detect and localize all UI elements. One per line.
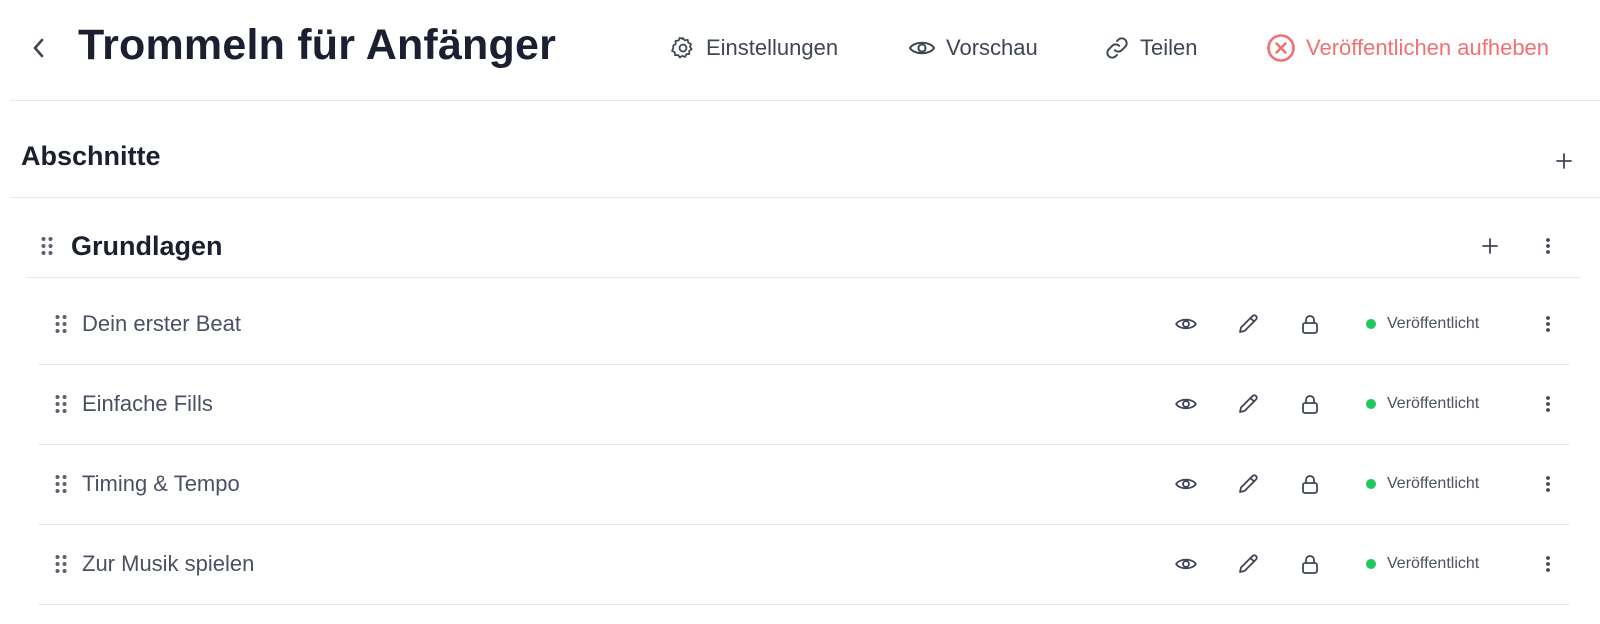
drag-handle-icon — [55, 395, 67, 413]
pencil-icon — [1239, 554, 1258, 573]
group-more-button[interactable] — [1536, 234, 1560, 258]
lesson-preview-button[interactable] — [1174, 472, 1198, 496]
drag-handle-icon — [55, 555, 67, 573]
more-vertical-icon — [1546, 316, 1550, 332]
sections-title: Abschnitte — [21, 141, 161, 171]
status-badge: Veröffentlicht — [1366, 313, 1479, 335]
group-divider — [26, 277, 1580, 278]
preview-button[interactable]: Vorschau — [908, 32, 1038, 64]
lesson-preview-button[interactable] — [1174, 552, 1198, 576]
lesson-title[interactable]: Einfache Fills — [82, 391, 213, 417]
lesson-edit-button[interactable] — [1236, 472, 1260, 496]
row-divider — [38, 604, 1570, 605]
pencil-icon — [1239, 474, 1258, 493]
status-badge: Veröffentlicht — [1366, 553, 1479, 575]
eye-icon — [1175, 478, 1197, 490]
lesson-title[interactable]: Zur Musik spielen — [82, 551, 254, 577]
status-label: Veröffentlicht — [1387, 555, 1480, 572]
gear-icon — [671, 36, 693, 59]
lesson-drag-handle[interactable] — [54, 554, 68, 574]
drag-handle-icon — [41, 237, 53, 255]
drag-handle-icon — [55, 475, 67, 493]
sections-divider — [10, 197, 1600, 198]
eye-icon — [909, 41, 935, 55]
share-button[interactable]: Teilen — [1104, 32, 1197, 64]
lesson-drag-handle[interactable] — [54, 394, 68, 414]
lesson-drag-handle[interactable] — [54, 474, 68, 494]
drag-handle-icon — [55, 315, 67, 333]
plus-icon — [1556, 153, 1572, 169]
lesson-edit-button[interactable] — [1236, 392, 1260, 416]
header-divider — [10, 100, 1600, 101]
share-label: Teilen — [1140, 35, 1198, 60]
lesson-more-button[interactable] — [1536, 312, 1560, 336]
unpublish-button[interactable]: Veröffentlichen aufheben — [1266, 32, 1549, 64]
lesson-row[interactable]: Zur Musik spielen Veröffentlicht — [38, 524, 1570, 605]
status-label: Veröffentlicht — [1387, 475, 1480, 492]
status-label: Veröffentlicht — [1387, 395, 1480, 412]
settings-label: Einstellungen — [706, 35, 839, 60]
status-label: Veröffentlicht — [1387, 315, 1480, 332]
page-title: Trommeln für Anfänger — [78, 21, 557, 69]
eye-icon — [1175, 558, 1197, 570]
lesson-more-button[interactable] — [1536, 472, 1560, 496]
back-button[interactable] — [26, 36, 50, 60]
chevron-left-icon — [33, 38, 44, 58]
lesson-title[interactable]: Dein erster Beat — [82, 311, 241, 337]
page-header: Trommeln für Anfänger Einstellungen Vors… — [0, 0, 1600, 100]
more-vertical-icon — [1546, 476, 1550, 492]
more-vertical-icon — [1546, 238, 1550, 254]
eye-icon — [1175, 398, 1197, 410]
group-title: Grundlagen — [71, 231, 223, 261]
preview-label: Vorschau — [946, 35, 1038, 60]
more-vertical-icon — [1546, 396, 1550, 412]
group-drag-handle[interactable] — [40, 236, 54, 256]
add-lesson-button[interactable] — [1478, 234, 1502, 258]
lesson-title[interactable]: Timing & Tempo — [82, 471, 240, 497]
x-circle-icon — [1267, 34, 1295, 62]
lesson-drag-handle[interactable] — [54, 314, 68, 334]
pencil-icon — [1239, 314, 1258, 333]
add-section-button[interactable] — [1552, 149, 1576, 173]
status-badge: Veröffentlicht — [1366, 393, 1479, 415]
lock-icon — [1302, 555, 1318, 574]
status-dot — [1366, 319, 1376, 329]
more-vertical-icon — [1546, 556, 1550, 572]
plus-icon — [1482, 238, 1498, 254]
lesson-row[interactable]: Dein erster Beat Veröffentlicht — [38, 284, 1570, 365]
lesson-more-button[interactable] — [1536, 552, 1560, 576]
status-badge: Veröffentlicht — [1366, 473, 1479, 495]
lock-icon — [1302, 315, 1318, 334]
eye-icon — [1175, 318, 1197, 330]
lesson-edit-button[interactable] — [1236, 312, 1260, 336]
lesson-preview-button[interactable] — [1174, 392, 1198, 416]
status-dot — [1366, 399, 1376, 409]
lesson-row[interactable]: Einfache Fills Veröffentlicht — [38, 364, 1570, 445]
lesson-edit-button[interactable] — [1236, 552, 1260, 576]
lesson-lock-button[interactable] — [1298, 392, 1322, 416]
lesson-lock-button[interactable] — [1298, 552, 1322, 576]
status-dot — [1366, 559, 1376, 569]
lesson-lock-button[interactable] — [1298, 472, 1322, 496]
unpublish-label: Veröffentlichen aufheben — [1306, 35, 1550, 60]
lock-icon — [1302, 395, 1318, 414]
link-icon — [1106, 37, 1128, 59]
settings-button[interactable]: Einstellungen — [670, 32, 838, 64]
lesson-preview-button[interactable] — [1174, 312, 1198, 336]
pencil-icon — [1239, 394, 1258, 413]
lesson-lock-button[interactable] — [1298, 312, 1322, 336]
status-dot — [1366, 479, 1376, 489]
lesson-more-button[interactable] — [1536, 392, 1560, 416]
lock-icon — [1302, 475, 1318, 494]
lesson-row[interactable]: Timing & Tempo Veröffentlicht — [38, 444, 1570, 525]
